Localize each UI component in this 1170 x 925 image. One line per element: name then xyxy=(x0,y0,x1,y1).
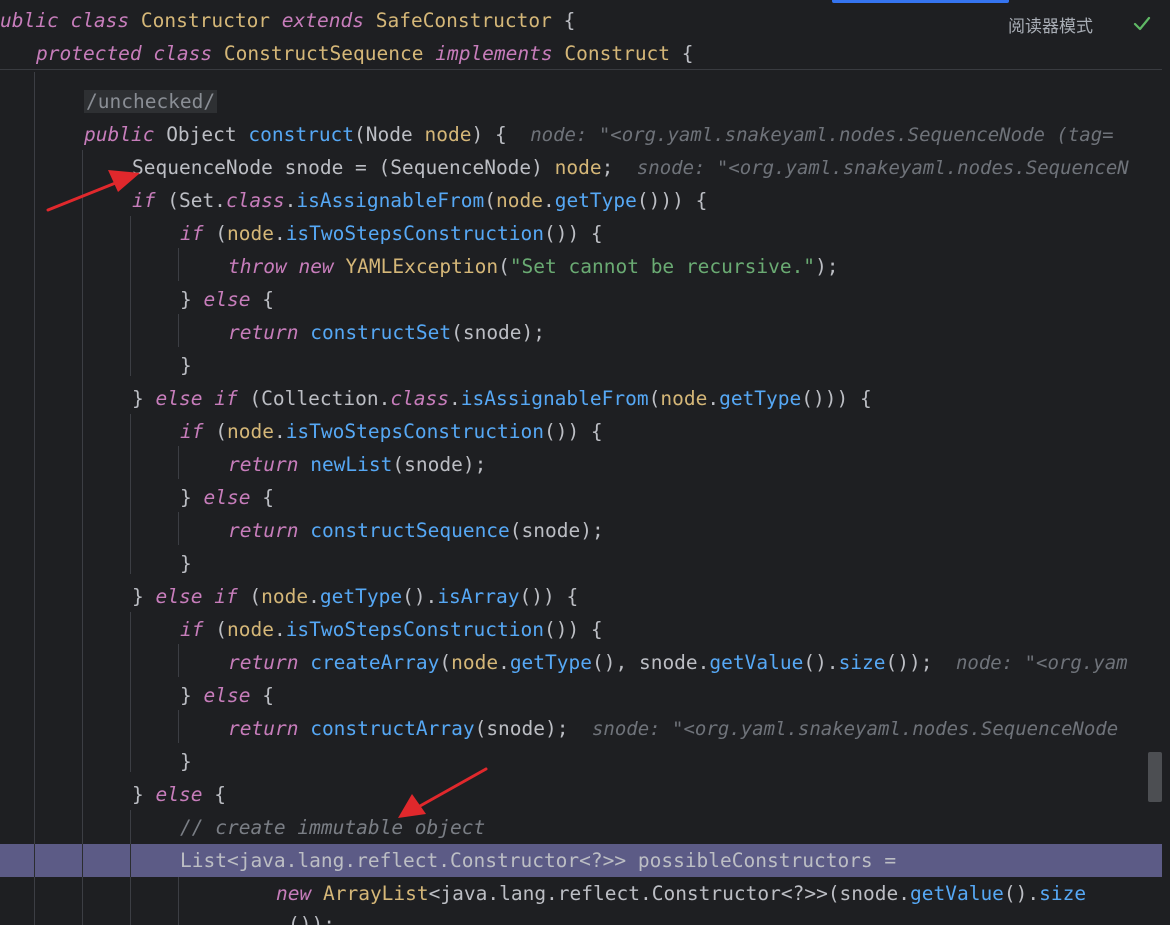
inline-debug-value: snode: "<org.yaml.snakeyaml.nodes.Sequen… xyxy=(591,718,1119,740)
code-line-27: new ArrayList<java.lang.reflect.Construc… xyxy=(276,882,1087,905)
code-line-20: return createArray(node.getType(), snode… xyxy=(228,651,1128,674)
code-line-26-highlighted: List<java.lang.reflect.Constructor<?>> p… xyxy=(0,844,1162,877)
code-line-11: } xyxy=(180,354,192,377)
loading-progress-bar xyxy=(832,0,1009,3)
code-line-25: // create immutable object xyxy=(180,816,486,839)
inline-debug-value: node: "<org.yaml.snakeyaml.nodes.Sequenc… xyxy=(530,124,1114,146)
code-line-8: throw new YAMLException("Set cannot be r… xyxy=(228,255,839,278)
code-line-7: if (node.isTwoStepsConstruction()) { xyxy=(180,222,603,245)
code-line-23: } xyxy=(180,750,192,773)
code-line-4: public Object construct(Node node) { nod… xyxy=(84,123,1114,146)
code-line-12: } else if (Collection.class.isAssignable… xyxy=(132,387,872,410)
code-line-21: } else { xyxy=(180,684,274,707)
sticky-header-divider xyxy=(0,69,1162,70)
code-line-18: } else if (node.getType().isArray()) { xyxy=(132,585,579,608)
code-line-9: } else { xyxy=(180,288,274,311)
indent-guide xyxy=(130,844,131,877)
code-editor[interactable]: 阅读器模式 ublic class Constructor extends Sa… xyxy=(0,0,1170,925)
vertical-scrollbar-thumb[interactable] xyxy=(1148,752,1162,802)
code-line-6: if (Set.class.isAssignableFrom(node.getT… xyxy=(132,189,708,212)
code-line-17: } xyxy=(180,552,192,575)
code-line-22: return constructArray(snode); snode: "<o… xyxy=(228,717,1119,740)
code-line-2: protected class ConstructSequence implem… xyxy=(36,42,694,65)
inline-debug-value: snode: "<org.yaml.snakeyaml.nodes.Sequen… xyxy=(636,157,1129,179)
code-line-5: SequenceNode snode = (SequenceNode) node… xyxy=(132,156,1129,179)
code-line-24: } else { xyxy=(132,783,226,806)
indent-guide xyxy=(82,844,83,877)
code-line-28: ()); xyxy=(288,913,335,925)
code-line-19: if (node.isTwoStepsConstruction()) { xyxy=(180,618,603,641)
code-line-13: if (node.isTwoStepsConstruction()) { xyxy=(180,420,603,443)
inline-debug-value: node: "<org.yam xyxy=(955,652,1128,674)
indent-guide xyxy=(34,844,35,877)
code-line-10: return constructSet(snode); xyxy=(228,321,546,344)
code-line-3: /unchecked/ xyxy=(84,90,218,113)
code-line-15: } else { xyxy=(180,486,274,509)
code-line-14: return newList(snode); xyxy=(228,453,487,476)
code-line-16: return constructSequence(snode); xyxy=(228,519,604,542)
code-line-1: ublic class Constructor extends SafeCons… xyxy=(0,9,576,32)
